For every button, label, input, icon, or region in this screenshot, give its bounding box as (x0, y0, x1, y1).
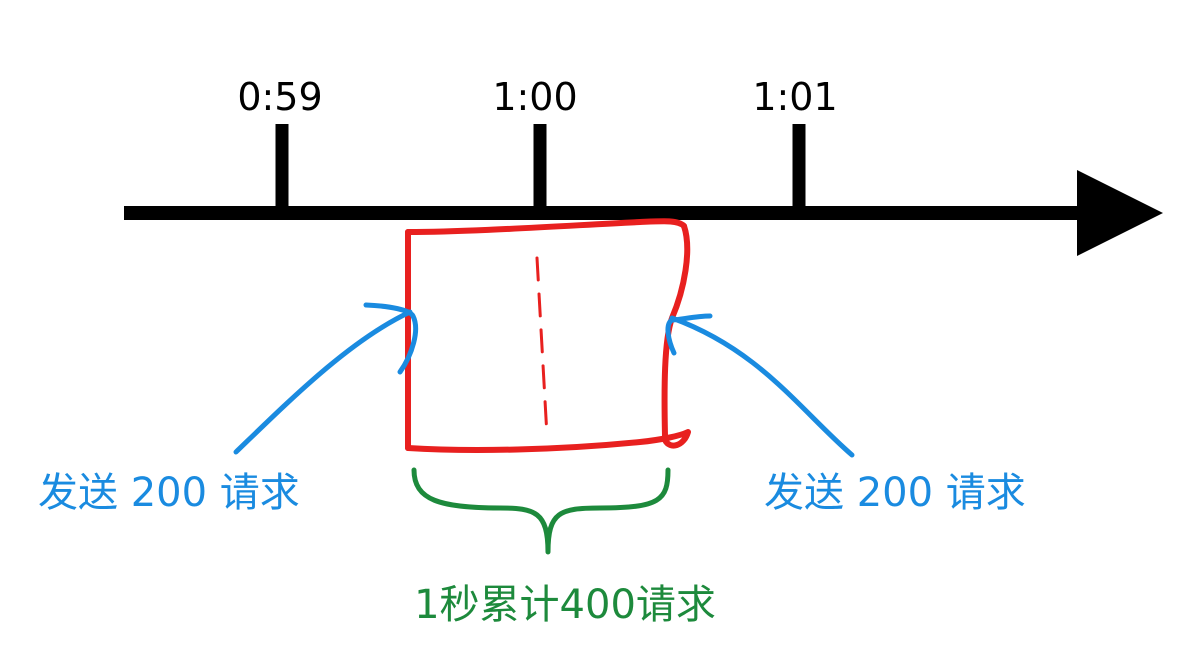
curly-brace (411, 467, 671, 555)
tick-label-1-01: 1:01 (752, 75, 837, 119)
left-request-label: 发送 200 请求 (38, 470, 300, 516)
tick-label-0-59: 0:59 (237, 75, 322, 119)
window-bottom-edge (405, 429, 691, 453)
right-request-label: 发送 200 请求 (764, 470, 1026, 516)
tick-label-1-00: 1:00 (492, 75, 577, 119)
time-window-diagram: 0:59 1:00 1:01 发送 200 请求 发送 200 请求 1秒累计4… (38, 75, 1163, 628)
window-center-dashed-line (535, 256, 549, 438)
axis-arrowhead (1077, 170, 1163, 256)
timeline-axis: 0:59 1:00 1:01 (124, 75, 1163, 256)
total-requests-label: 1秒累计400请求 (414, 582, 716, 628)
window-top-edge (405, 218, 687, 235)
left-arrow-icon (233, 302, 419, 455)
one-second-window-box (405, 218, 691, 453)
right-arrow-icon (665, 313, 855, 458)
